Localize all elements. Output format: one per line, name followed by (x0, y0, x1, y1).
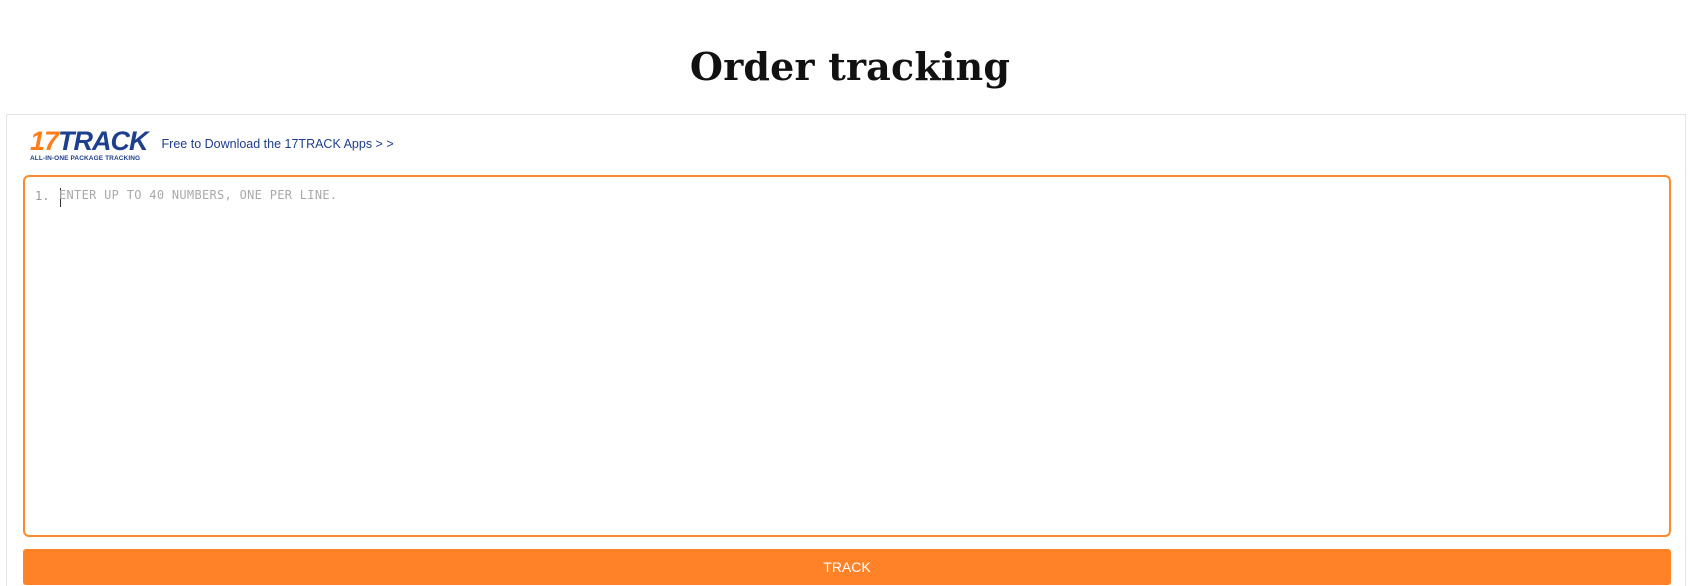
logo-word: TRACK (58, 126, 148, 156)
tracking-numbers-input[interactable] (59, 186, 1661, 527)
logo-wordmark: 17TRACK (30, 126, 149, 156)
widget-header: 17TRACK ALL-IN-ONE PACKAGE TRACKING Free… (30, 128, 394, 163)
17track-logo[interactable]: 17TRACK ALL-IN-ONE PACKAGE TRACKING (30, 126, 149, 163)
logo-tagline: ALL-IN-ONE PACKAGE TRACKING (30, 155, 141, 162)
track-button[interactable]: TRACK (23, 549, 1671, 585)
line-number: 1. (35, 189, 50, 203)
tracking-widget: 17TRACK ALL-IN-ONE PACKAGE TRACKING Free… (6, 114, 1686, 586)
logo-number: 17 (30, 126, 59, 156)
download-apps-link[interactable]: Free to Download the 17TRACK Apps > > (162, 137, 394, 151)
tracking-numbers-field[interactable]: 1. (23, 175, 1671, 537)
page-title: Order tracking (689, 44, 1011, 89)
